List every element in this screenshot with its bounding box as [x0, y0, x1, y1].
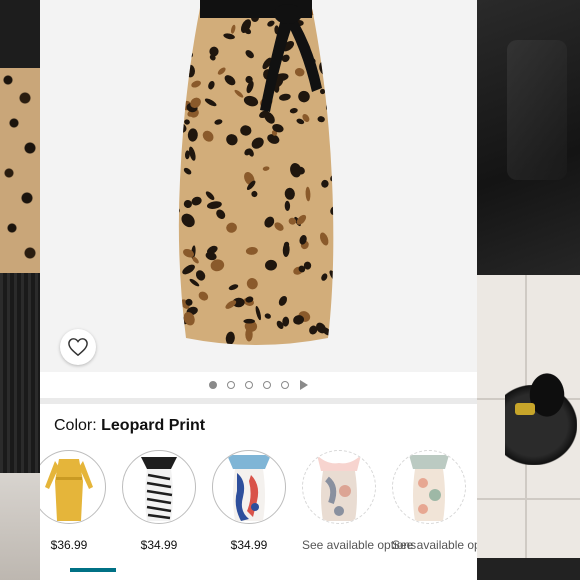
background-photo	[0, 273, 40, 473]
background-fabric-photo	[477, 0, 580, 275]
swatch-price: $34.99	[230, 538, 268, 552]
swatch-image	[392, 450, 466, 524]
swatch-availability: See available options	[392, 538, 477, 552]
color-label: Color: Leopard Print	[54, 417, 205, 435]
floral-dress-thumbnail	[227, 455, 271, 521]
color-label-prefix: Color:	[54, 417, 102, 434]
swatch-image	[122, 450, 196, 524]
color-swatch[interactable]: $36.99	[40, 450, 106, 552]
selected-indicator	[70, 568, 116, 572]
pagination-dot[interactable]	[227, 381, 235, 389]
leopard-spot	[183, 51, 190, 62]
zebra-dress-thumbnail	[141, 457, 177, 521]
yellow-dress-thumbnail	[45, 459, 93, 521]
sage-floral-dress-thumbnail	[409, 455, 449, 521]
leopard-spot	[332, 22, 334, 36]
swatch-price: $34.99	[140, 538, 178, 552]
shoe-insole	[515, 403, 535, 415]
swatch-image	[302, 450, 376, 524]
section-divider	[40, 398, 477, 404]
background-leopard-photo	[0, 68, 40, 273]
color-swatch[interactable]: $34.99	[122, 450, 196, 552]
pagination-dot[interactable]	[209, 381, 217, 389]
swatch-image	[212, 450, 286, 524]
leopard-skirt-image	[172, 0, 340, 345]
leopard-spot	[181, 35, 189, 41]
product-image[interactable]	[40, 0, 477, 372]
leopard-spot	[185, 8, 194, 10]
leopard-spot	[182, 20, 190, 27]
leopard-spot	[180, 72, 188, 81]
pink-floral-dress-thumbnail	[317, 455, 361, 521]
leopard-spot	[243, 318, 255, 324]
leopard-spot	[172, 119, 179, 129]
color-swatch[interactable]: See available options	[392, 450, 477, 553]
background-photo	[0, 473, 40, 580]
leopard-spot	[172, 113, 179, 122]
swatch-availability: See available options	[302, 538, 417, 552]
image-pagination	[40, 378, 477, 392]
leopard-spot	[326, 0, 336, 6]
leopard-spot	[332, 58, 334, 65]
leopard-spot	[178, 69, 183, 78]
selected-color-name: Leopard Print	[101, 417, 206, 434]
leopard-spot	[328, 107, 334, 118]
leopard-spot	[183, 18, 197, 26]
pagination-dot[interactable]	[281, 381, 289, 389]
leopard-spot	[178, 83, 186, 94]
play-video-icon[interactable]	[300, 380, 308, 390]
leopard-spot	[319, 35, 332, 46]
background-photo	[0, 0, 40, 68]
leopard-spot	[172, 163, 176, 173]
leopard-spot	[331, 305, 334, 313]
pagination-dot[interactable]	[263, 381, 271, 389]
favorite-heart-button[interactable]	[60, 329, 96, 365]
pagination-dot[interactable]	[245, 381, 253, 389]
swatch-image	[40, 450, 106, 524]
swatch-price: $36.99	[50, 538, 88, 552]
background-shoe-photo	[477, 275, 580, 580]
leopard-spot	[320, 31, 327, 41]
color-swatch[interactable]: $34.99	[212, 450, 286, 552]
leopard-spot	[180, 8, 191, 13]
floor-edge	[477, 558, 580, 580]
leopard-spot	[172, 332, 179, 344]
leopard-spot	[333, 154, 340, 166]
leopard-spot	[172, 255, 180, 268]
leopard-spot	[330, 121, 334, 134]
color-swatch[interactable]: See available options	[302, 450, 417, 553]
fabric-fold	[507, 40, 567, 180]
heart-icon	[68, 338, 88, 357]
product-screen: Color: Leopard Print $36.99 $34.99 $34.9…	[40, 0, 477, 580]
leopard-spot	[178, 57, 180, 70]
